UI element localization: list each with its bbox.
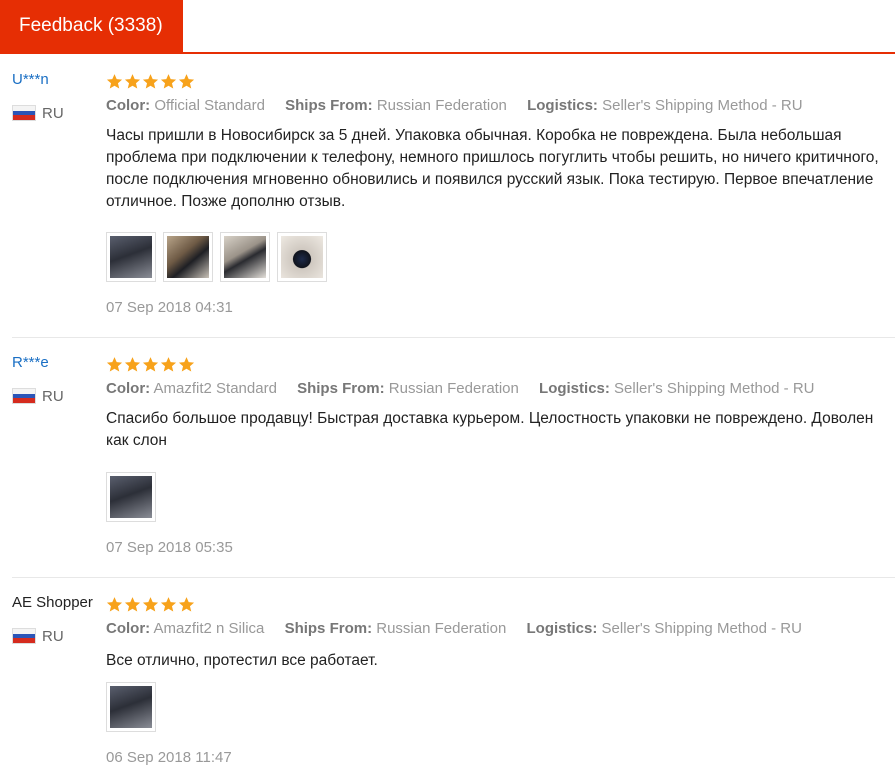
photo-image bbox=[110, 236, 152, 278]
reviewer-name[interactable]: R***e bbox=[12, 354, 49, 371]
reviewer-name[interactable]: U***n bbox=[12, 71, 49, 88]
color-label: Color: bbox=[106, 380, 151, 397]
photo-image bbox=[281, 236, 323, 278]
review-date: 07 Sep 2018 04:31 bbox=[106, 299, 233, 316]
reviewer-country: RU bbox=[12, 104, 64, 122]
logistics-label: Logistics: bbox=[526, 620, 598, 637]
star-icon bbox=[178, 597, 195, 612]
star-icon bbox=[124, 357, 141, 372]
star-icon bbox=[124, 597, 141, 612]
photo-image bbox=[110, 686, 152, 728]
ships-from-label: Ships From: bbox=[284, 620, 373, 637]
watch-unboxing-photo[interactable] bbox=[220, 232, 270, 282]
ships-from-label: Ships From: bbox=[297, 380, 385, 397]
russia-flag-icon bbox=[12, 628, 36, 644]
review-date: 06 Sep 2018 11:47 bbox=[106, 749, 232, 766]
photo-image bbox=[224, 236, 266, 278]
ships-from-value: Russian Federation bbox=[376, 97, 507, 114]
watch-box-photo[interactable] bbox=[106, 232, 156, 282]
ships-from-value: Russian Federation bbox=[376, 620, 507, 637]
logistics-label: Logistics: bbox=[527, 97, 598, 114]
logistics-value: Seller's Shipping Method - RU bbox=[601, 620, 802, 637]
color-value: Amazfit2 n Silica bbox=[153, 620, 265, 637]
watch-on-wrist-photo[interactable] bbox=[106, 472, 156, 522]
russia-flag-icon bbox=[12, 388, 36, 404]
review-text: Все отлично, протестил все работает. bbox=[106, 652, 378, 669]
logistics-value: Seller's Shipping Method - RU bbox=[614, 380, 815, 397]
ships-from-value: Russian Federation bbox=[388, 380, 519, 397]
review-text: Часы пришли в Новосибирск за 5 дней. Упа… bbox=[106, 127, 879, 210]
order-info: Color: Amazfit2 n Silica Ships From: Rus… bbox=[106, 620, 818, 637]
russia-flag-icon bbox=[12, 105, 36, 121]
country-code: RU bbox=[42, 627, 64, 645]
star-icon bbox=[160, 357, 177, 372]
logistics-label: Logistics: bbox=[539, 380, 610, 397]
star-icon bbox=[142, 74, 159, 89]
star-icon bbox=[160, 74, 177, 89]
order-info: Color: Official Standard Ships From: Rus… bbox=[106, 97, 819, 114]
country-code: RU bbox=[42, 387, 64, 405]
review-divider bbox=[12, 577, 895, 578]
star-icon bbox=[160, 597, 177, 612]
star-icon bbox=[106, 597, 123, 612]
star-rating bbox=[106, 73, 195, 90]
reviewer-country: RU bbox=[12, 387, 64, 405]
star-icon bbox=[142, 597, 159, 612]
color-value: Official Standard bbox=[154, 97, 265, 114]
star-icon bbox=[106, 74, 123, 89]
order-info: Color: Amazfit2 Standard Ships From: Rus… bbox=[106, 380, 831, 397]
review-photos bbox=[106, 682, 156, 732]
star-rating bbox=[106, 356, 195, 373]
photo-image bbox=[110, 476, 152, 518]
review-text: Спасибо большое продавцу! Быстрая достав… bbox=[106, 410, 874, 449]
color-label: Color: bbox=[106, 620, 151, 637]
photo-image bbox=[167, 236, 209, 278]
star-icon bbox=[178, 74, 195, 89]
color-value: Amazfit2 Standard bbox=[153, 380, 277, 397]
reviewer-country: RU bbox=[12, 627, 64, 645]
star-icon bbox=[124, 74, 141, 89]
review-date: 07 Sep 2018 05:35 bbox=[106, 539, 233, 556]
country-code: RU bbox=[42, 104, 64, 122]
ships-from-label: Ships From: bbox=[285, 97, 373, 114]
review-photos bbox=[106, 232, 327, 282]
reviewer-name: AE Shopper bbox=[12, 594, 93, 611]
watch-on-table-photo[interactable] bbox=[277, 232, 327, 282]
star-rating bbox=[106, 596, 195, 613]
watch-in-box-photo[interactable] bbox=[163, 232, 213, 282]
color-label: Color: bbox=[106, 97, 151, 114]
feedback-tabbar: Feedback (3338) bbox=[0, 0, 895, 54]
tab-feedback[interactable]: Feedback (3338) bbox=[0, 0, 183, 54]
review-photos bbox=[106, 472, 156, 522]
review-divider bbox=[12, 337, 895, 338]
watch-on-hand-photo[interactable] bbox=[106, 682, 156, 732]
logistics-value: Seller's Shipping Method - RU bbox=[602, 97, 803, 114]
star-icon bbox=[142, 357, 159, 372]
star-icon bbox=[178, 357, 195, 372]
star-icon bbox=[106, 357, 123, 372]
